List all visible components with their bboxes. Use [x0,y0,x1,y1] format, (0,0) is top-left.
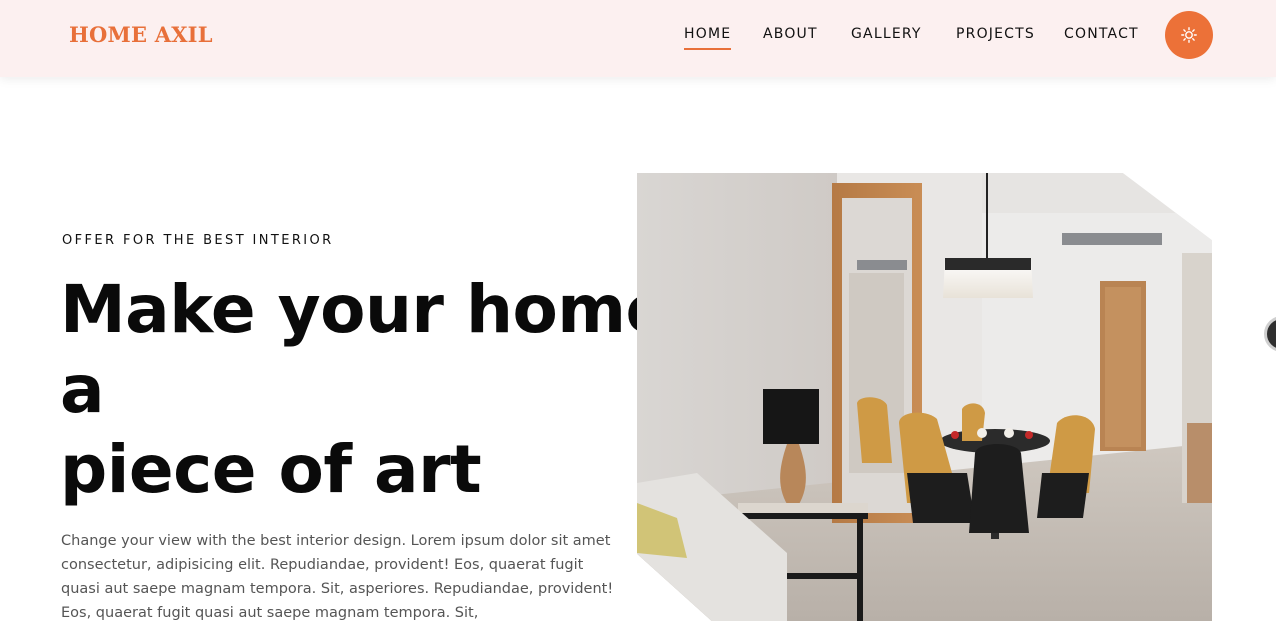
headline-line: a [60,351,105,428]
hero-description: Change your view with the best interior … [61,533,614,621]
sun-icon [1181,27,1197,43]
main-nav: HOME ABOUT GALLERY PROJECTS CONTACT [0,26,1276,56]
side-scroll-tab[interactable] [1264,316,1276,352]
headline-line: Make your home [60,271,670,348]
headline-line: piece of art [60,431,482,508]
nav-about[interactable]: ABOUT [763,26,818,42]
site-header: HOME AXIL HOME ABOUT GALLERY PROJECTS CO… [0,0,1276,77]
nav-contact[interactable]: CONTACT [1064,26,1139,42]
hero-eyebrow: OFFER FOR THE BEST INTERIOR [62,233,334,248]
nav-home[interactable]: HOME [684,26,732,50]
dining-room-photo [637,173,1212,621]
nav-gallery[interactable]: GALLERY [851,26,922,42]
nav-projects[interactable]: PROJECTS [956,26,1035,42]
hero-image [637,173,1212,621]
theme-toggle-button[interactable] [1165,11,1213,59]
hero-headline: Make your home a piece of art [60,270,670,510]
